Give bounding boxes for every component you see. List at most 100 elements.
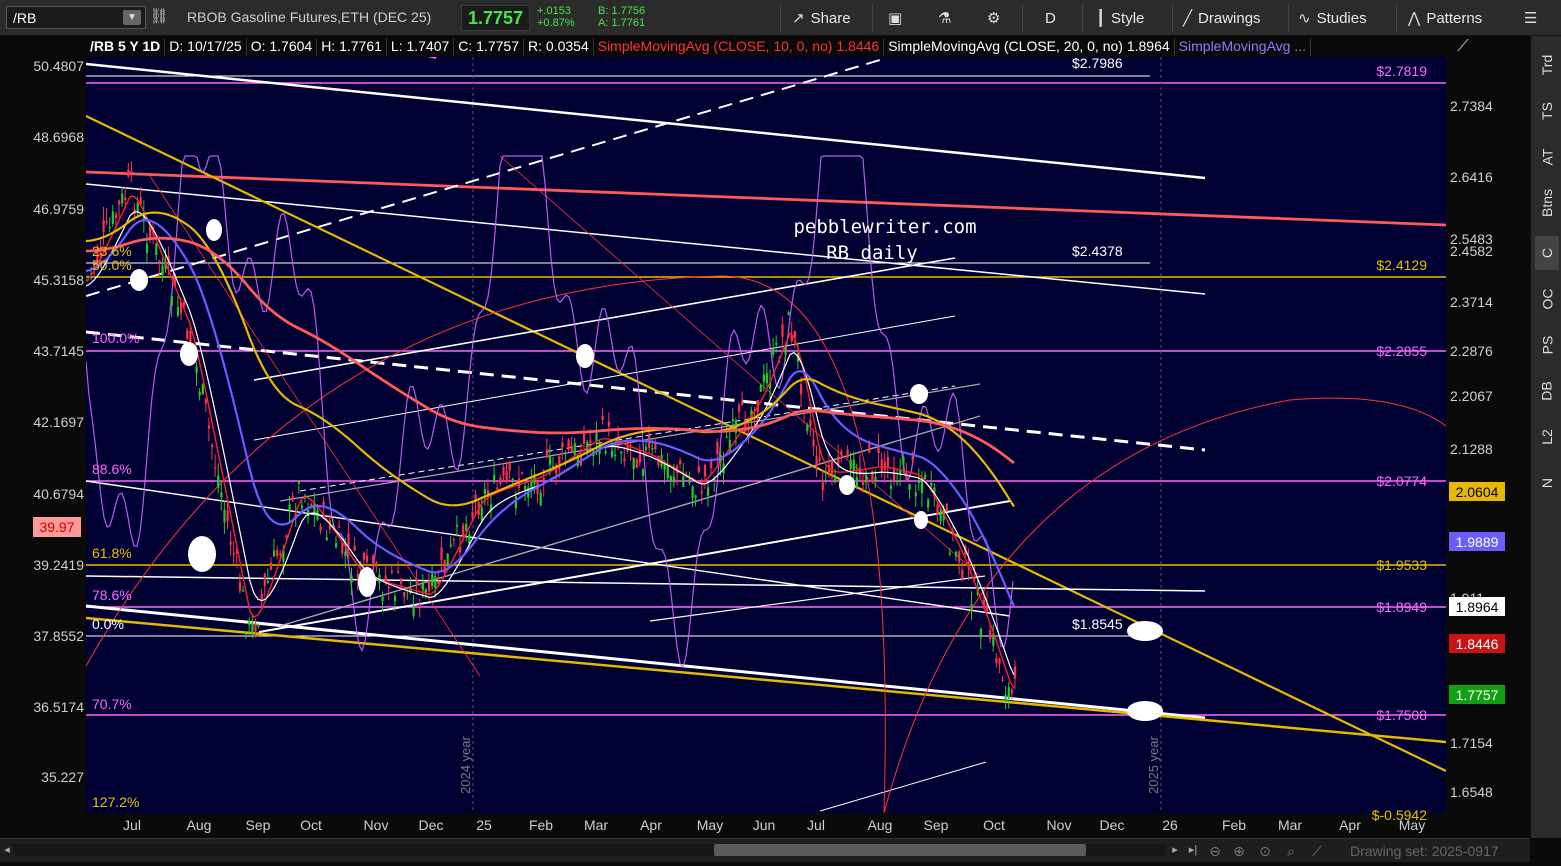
side-tab-n[interactable]: N [1535, 466, 1559, 500]
price-tag-label: 1.9889 [1456, 534, 1499, 550]
candle-body [288, 504, 291, 511]
info-timeframe[interactable]: /RB 5 Y 1D [86, 38, 166, 56]
candle-body [381, 596, 384, 601]
period-button[interactable]: D [1045, 4, 1056, 32]
chart-frame[interactable]: Jul Aug Sep Oct Nov Dec 25 Feb Mar Apr May Jun Jul Au… [0, 36, 1530, 838]
settings-button[interactable]: ⚙ [987, 4, 1000, 32]
share-button[interactable]: ↗ Share [792, 4, 851, 32]
candle-body [955, 551, 958, 556]
side-tab-ps[interactable]: PS [1535, 328, 1559, 362]
side-tab-oc[interactable]: OC [1535, 282, 1559, 316]
separator [1396, 4, 1397, 32]
zoom-in-icon[interactable]: ⊕ [1230, 842, 1248, 860]
candle-body [130, 170, 133, 174]
price-chart[interactable]: Jul Aug Sep Oct Nov Dec 25 Feb Mar Apr May Jun Jul Au… [0, 36, 1530, 838]
side-tab-c[interactable]: C [1535, 236, 1559, 270]
zoom-out-icon[interactable]: ⊖ [1206, 842, 1224, 860]
candle-body [1007, 687, 1010, 699]
side-tab-trd[interactable]: Trd [1535, 48, 1559, 82]
symbol-description: RBOB Gasoline Futures,ETH (DEC 25) [187, 9, 432, 25]
side-tab-label: N [1539, 477, 1555, 489]
candle-body [669, 476, 672, 481]
candle-body [335, 543, 338, 548]
candle-body [254, 623, 257, 632]
candle-body [691, 486, 694, 499]
x-tick-label: Jun [753, 817, 776, 833]
candle-body [620, 451, 623, 454]
candle-body [499, 477, 502, 485]
candle-body [917, 481, 920, 484]
patterns-button[interactable]: ⋀ Patterns [1408, 4, 1482, 32]
magnifier-icon[interactable]: ⌕ [1282, 842, 1300, 860]
studies-button[interactable]: ∿ Studies [1298, 4, 1367, 32]
candle-body [635, 459, 638, 468]
candle-body [539, 492, 542, 506]
scroll-thumb[interactable] [714, 844, 1086, 856]
drawings-button[interactable]: ╱ Drawings [1183, 4, 1261, 32]
style-button[interactable]: ┃ Style [1096, 4, 1144, 32]
candle-body [800, 384, 803, 395]
candle-body [161, 265, 164, 276]
scroll-end-icon[interactable]: ▸| [1186, 843, 1200, 857]
right-axis-label: 1.7154 [1450, 735, 1493, 751]
sma10-value: 1.8446 [836, 38, 880, 54]
left-axis-label: 46.9759 [33, 201, 84, 217]
flask-button[interactable]: ⚗ [938, 4, 951, 32]
candle-body [831, 460, 834, 474]
scroll-right-icon[interactable]: ▸ [1168, 843, 1182, 857]
fib-price-label: $2.0774 [1376, 473, 1427, 489]
candle-body [127, 169, 130, 177]
price-tag-label: 1.8964 [1456, 599, 1499, 615]
candle-body [610, 450, 614, 457]
candle-body [521, 472, 524, 474]
candle-body [291, 496, 294, 501]
price-tag-label: 1.7757 [1456, 687, 1499, 703]
candle-body [105, 221, 108, 223]
fib-percent-label: 0.0% [92, 616, 124, 632]
year-label: 2025 year [1146, 736, 1161, 794]
horizontal-scrollbar[interactable] [14, 844, 1166, 856]
side-tab-label: OC [1539, 288, 1555, 310]
candle-body [387, 586, 390, 589]
sma10-label[interactable]: SimpleMovingAvg (CLOSE, 10, 0, no) 1.844… [594, 38, 885, 56]
x-tick-label: Aug [187, 817, 212, 833]
candle-body [818, 457, 821, 461]
sma-more-label[interactable]: SimpleMovingAvg ... [1175, 38, 1312, 56]
side-tab-btns[interactable]: Btns [1535, 186, 1559, 220]
side-tab-label: C [1539, 247, 1555, 259]
side-tab-ts[interactable]: TS [1535, 94, 1559, 128]
side-tab-l2[interactable]: L2 [1535, 420, 1559, 454]
fib-price-label: $1.8949 [1376, 599, 1427, 615]
candle-body [502, 466, 505, 476]
right-axis-label: 2.7384 [1450, 98, 1493, 114]
year-label: 2024 year [458, 736, 473, 794]
candle-body [548, 455, 552, 465]
zoom-fit-icon[interactable]: ⊙ [1256, 842, 1274, 860]
studies-label: Studies [1316, 9, 1367, 27]
candle-body [567, 439, 570, 450]
candle-body [145, 243, 149, 253]
candle-body [902, 456, 905, 465]
sma20-label[interactable]: SimpleMovingAvg (CLOSE, 20, 0, no) 1.896… [884, 38, 1175, 56]
side-tab-db[interactable]: DB [1535, 374, 1559, 408]
link-icon[interactable]: ⛓ [149, 7, 169, 27]
x-tick-label: Nov [364, 817, 389, 833]
pivot-marker [1127, 701, 1163, 721]
candle-body [654, 443, 657, 450]
candle-body [641, 469, 645, 477]
side-tab-at[interactable]: AT [1535, 140, 1559, 174]
scroll-left-icon[interactable]: ◂ [0, 843, 14, 857]
candle-body [927, 499, 930, 508]
x-tick-label: Dec [419, 817, 444, 833]
candle-body [570, 445, 573, 452]
symbol-input[interactable]: /RB ▼ [6, 6, 146, 29]
quick-chart-button[interactable]: ▣ [888, 4, 902, 32]
pan-icon[interactable]: ⟋ [1308, 842, 1326, 860]
candle-body [961, 569, 964, 579]
price-level-label: $2.4378 [1072, 243, 1123, 259]
info-close: C: 1.7757 [454, 38, 525, 56]
chart-drawing-tool-icon[interactable]: ⟋ [1450, 38, 1476, 60]
symbol-dropdown-icon[interactable]: ▼ [123, 10, 141, 25]
collapse-button[interactable]: ☰ [1524, 4, 1537, 32]
left-axis-label: 48.6968 [33, 129, 84, 145]
